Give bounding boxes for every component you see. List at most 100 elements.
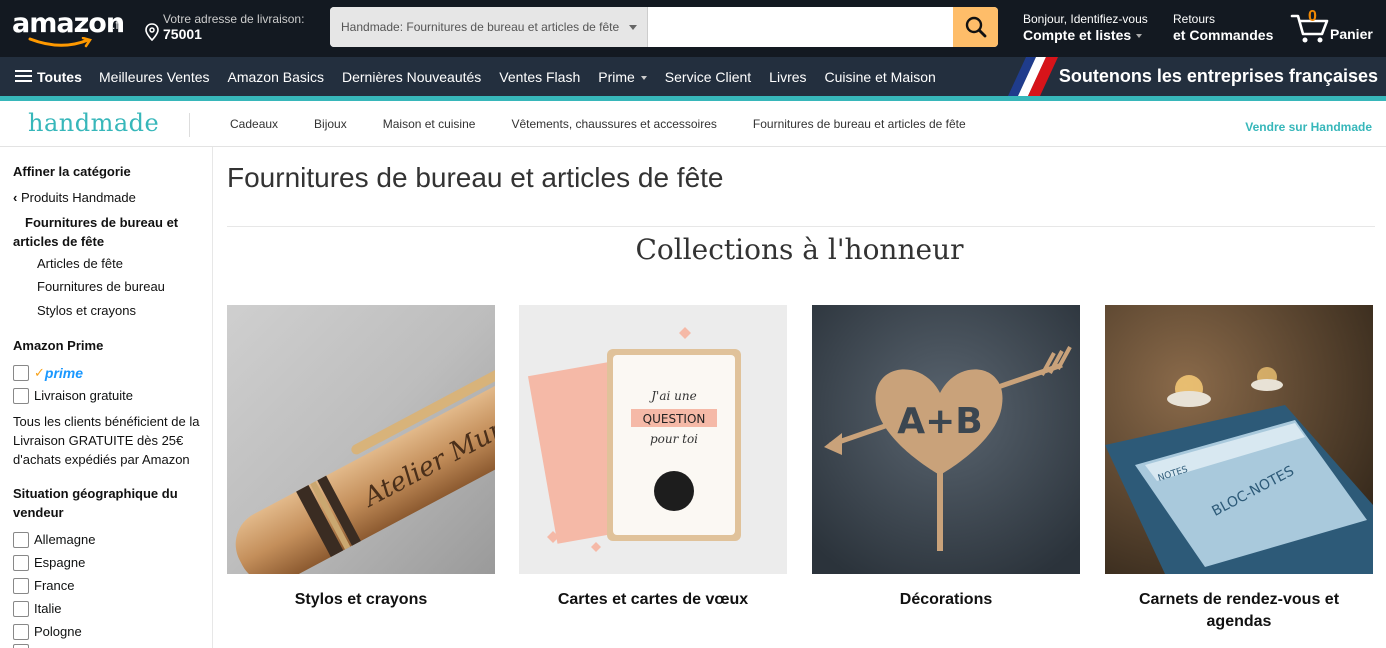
back-link-label: Produits Handmade — [20, 190, 136, 205]
orders-label: et Commandes — [1173, 27, 1274, 43]
card-caption[interactable]: Cartes et cartes de vœux — [519, 589, 787, 611]
account-greeting: Bonjour, Identifiez-vous — [1023, 12, 1148, 26]
cart-button[interactable]: 0 Panier — [1290, 8, 1380, 48]
heart-topper-illustration: A+B — [812, 305, 1080, 574]
page-title: Fournitures de bureau et articles de fêt… — [227, 162, 724, 193]
collection-card-planners[interactable]: BLOC-NOTES NOTES Carnets de rendez-vous … — [1105, 305, 1373, 633]
delivery-zip: 75001 — [163, 26, 202, 42]
country-checkbox[interactable] — [13, 531, 29, 548]
subcategory-office-supplies[interactable]: Fournitures de bureau — [37, 279, 165, 294]
country-checkbox[interactable] — [13, 600, 29, 617]
card-text-line1: J'ai une — [648, 389, 696, 403]
handmade-link-clothing[interactable]: Vêtements, chaussures et accessoires — [511, 117, 716, 131]
notebook-illustration: BLOC-NOTES NOTES — [1105, 305, 1373, 574]
card-caption[interactable]: Décorations — [812, 589, 1080, 611]
nav-link-amazon-basics[interactable]: Amazon Basics — [228, 69, 324, 85]
card-caption[interactable]: Stylos et crayons — [227, 589, 495, 611]
free-shipping-note: Tous les clients bénéficient de la Livra… — [13, 414, 200, 467]
country-label: Pologne — [34, 624, 82, 639]
returns-label: Retours — [1173, 12, 1216, 26]
back-to-handmade-link[interactable]: ‹ Produits Handmade — [13, 190, 136, 205]
collection-card-pens[interactable]: Atelier Mumu Stylos et crayons — [227, 305, 495, 611]
filter-sidebar: Affiner la catégorie ‹ Produits Handmade… — [0, 147, 213, 648]
search-input[interactable] — [648, 7, 953, 47]
nav-link-kitchen-home[interactable]: Cuisine et Maison — [825, 69, 936, 85]
nav-link-new-releases[interactable]: Dernières Nouveautés — [342, 69, 481, 85]
divider — [189, 113, 190, 137]
amazon-logo[interactable]: amazon .fr — [12, 8, 130, 48]
decorations-image[interactable]: A+B — [812, 305, 1080, 574]
nav-link-books[interactable]: Livres — [769, 69, 806, 85]
prime-filter[interactable]: ✓ prime — [13, 361, 83, 384]
location-pin-icon — [145, 23, 159, 41]
handmade-nav: handmade Cadeaux Bijoux Maison et cuisin… — [0, 101, 1386, 147]
country-label: Allemagne — [34, 532, 96, 547]
topper-letters: A+B — [897, 401, 982, 442]
card-text-line2: QUESTION — [643, 412, 706, 426]
search-button[interactable] — [953, 7, 998, 47]
handmade-logo[interactable]: handmade — [28, 109, 159, 137]
refine-category-heading: Affiner la catégorie — [13, 164, 131, 179]
delivery-label: Votre adresse de livraison: — [163, 12, 305, 26]
more-country-checkbox[interactable] — [13, 644, 34, 648]
handmade-link-jewelry[interactable]: Bijoux — [314, 117, 347, 131]
nav-link-flash-sales[interactable]: Ventes Flash — [499, 69, 580, 85]
free-shipping-label: Livraison gratuite — [34, 388, 133, 403]
hamburger-icon — [15, 70, 32, 83]
search-category-select[interactable]: Handmade: Fournitures de bureau et artic… — [330, 7, 648, 47]
nav-link-customer-service[interactable]: Service Client — [665, 69, 751, 85]
search-category-label: Handmade: Fournitures de bureau et artic… — [341, 20, 620, 34]
nav-link-prime[interactable]: Prime — [598, 69, 647, 85]
logo-tld: .fr — [112, 18, 123, 32]
country-filter-germany[interactable]: Allemagne — [13, 528, 95, 551]
card-caption[interactable]: Carnets de rendez-vous et agendas — [1105, 589, 1373, 633]
country-label: France — [34, 578, 75, 593]
promo-banner[interactable]: Soutenons les entreprises françaises — [990, 57, 1386, 96]
prime-checkbox[interactable] — [13, 364, 29, 381]
all-menu-button[interactable]: Toutes — [15, 57, 82, 96]
pen-image[interactable]: Atelier Mumu — [227, 305, 495, 574]
country-filter-spain[interactable]: Espagne — [13, 551, 85, 574]
nav-links: Meilleures Ventes Amazon Basics Dernière… — [99, 57, 954, 96]
divider — [227, 226, 1375, 227]
country-checkbox[interactable] — [13, 623, 29, 640]
returns-orders[interactable]: Retours et Commandes — [1173, 12, 1273, 43]
handmade-link-office-party[interactable]: Fournitures de bureau et articles de fêt… — [753, 117, 966, 131]
cart-label: Panier — [1330, 26, 1373, 42]
main-nav: Toutes Meilleures Ventes Amazon Basics D… — [0, 57, 1386, 96]
prime-check-icon: ✓ — [34, 364, 45, 380]
caret-down-icon — [1136, 34, 1143, 39]
free-shipping-filter[interactable]: Livraison gratuite — [13, 384, 133, 407]
prime-label: Prime — [598, 68, 635, 85]
search-bar: Handmade: Fournitures de bureau et artic… — [330, 7, 998, 47]
planners-image[interactable]: BLOC-NOTES NOTES — [1105, 305, 1373, 574]
handmade-link-gifts[interactable]: Cadeaux — [230, 117, 278, 131]
country-filter-italy[interactable]: Italie — [13, 597, 61, 620]
amazon-prime-heading: Amazon Prime — [13, 338, 104, 353]
cart-count: 0 — [1308, 8, 1317, 25]
nav-link-best-sellers[interactable]: Meilleures Ventes — [99, 69, 210, 85]
collection-card-greeting-cards[interactable]: J'ai une QUESTION pour toi Cartes et car… — [519, 305, 787, 611]
card-text-line3: pour toi — [650, 432, 698, 446]
collection-card-decorations[interactable]: A+B Décorations — [812, 305, 1080, 611]
country-filter-poland[interactable]: Pologne — [13, 620, 82, 643]
top-header: amazon .fr Votre adresse de livraison: 7… — [0, 0, 1386, 57]
subcategory-pens-pencils[interactable]: Stylos et crayons — [37, 303, 136, 318]
question-card-illustration: J'ai une QUESTION pour toi — [519, 305, 787, 574]
handmade-link-home-kitchen[interactable]: Maison et cuisine — [383, 117, 476, 131]
country-checkbox[interactable] — [13, 577, 29, 594]
country-label: Italie — [34, 601, 62, 616]
account-menu[interactable]: Bonjour, Identifiez-vous Compte et liste… — [1023, 12, 1148, 43]
collections-heading: Collections à l'honneur — [0, 233, 1386, 266]
greeting-card-image[interactable]: J'ai une QUESTION pour toi — [519, 305, 787, 574]
country-checkbox[interactable] — [13, 554, 29, 571]
sell-on-handmade-link[interactable]: Vendre sur Handmade — [1245, 120, 1372, 134]
handmade-links: Cadeaux Bijoux Maison et cuisine Vêtemen… — [230, 101, 1002, 147]
free-shipping-checkbox[interactable] — [13, 387, 29, 404]
prime-logo: prime — [44, 364, 84, 381]
promo-banner-text: Soutenons les entreprises françaises — [1058, 66, 1378, 86]
chevron-left-icon: ‹ — [13, 190, 18, 205]
caret-down-icon — [640, 75, 647, 80]
country-filter-france[interactable]: France — [13, 574, 74, 597]
smile-icon — [28, 37, 92, 48]
